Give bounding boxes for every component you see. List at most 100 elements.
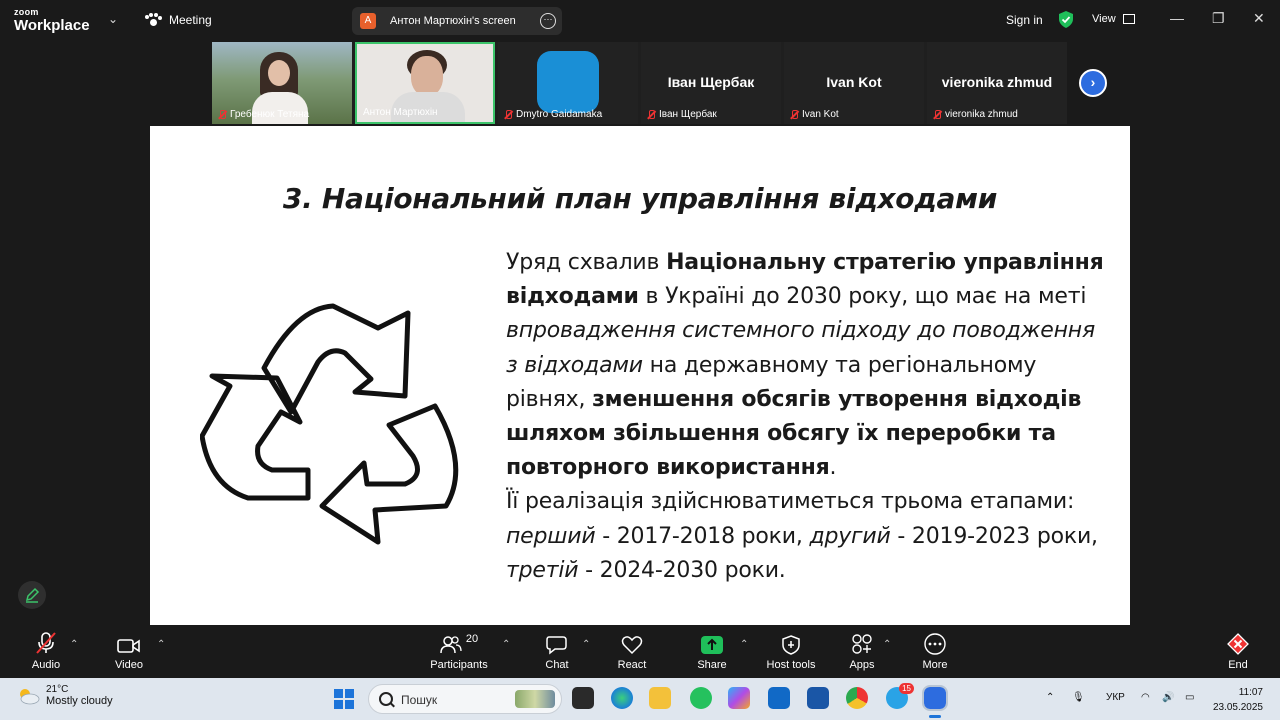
apps-options-caret[interactable]: ⌃ (883, 639, 891, 650)
clock-date: 23.05.2025 (1212, 702, 1263, 713)
meeting-label: Meeting (169, 13, 212, 27)
weather-widget[interactable]: 21°C Mostly cloudy (16, 684, 113, 707)
weather-temp: 21°C (46, 684, 69, 695)
more-icon (924, 633, 946, 655)
outlook-icon[interactable] (768, 687, 790, 709)
audio-options-caret[interactable]: ⌃ (70, 639, 78, 650)
video-button[interactable]: Video (107, 625, 151, 678)
telegram-icon[interactable]: 15 (886, 683, 914, 709)
apps-icon (852, 634, 872, 654)
muted-mic-icon (36, 632, 56, 654)
copilot-icon[interactable] (728, 687, 750, 709)
video-camera-icon (117, 639, 140, 653)
person-face (268, 60, 290, 86)
next-page-button[interactable]: › (1079, 69, 1107, 97)
close-icon[interactable]: ✕ (1253, 10, 1265, 27)
wifi-icon[interactable]: ◠ (1141, 692, 1150, 703)
share-screen-icon (701, 636, 723, 654)
show-hidden-icons[interactable]: ⌃ (1046, 692, 1054, 703)
view-menu[interactable]: View (1092, 13, 1135, 25)
chat-icon (546, 636, 567, 655)
participant-name: Ivan Kot (802, 109, 839, 120)
pencil-icon (25, 587, 40, 603)
muted-mic-icon (790, 109, 798, 120)
muted-mic-icon (647, 109, 655, 120)
participant-tile[interactable]: Ivan Kot Ivan Kot (784, 42, 924, 124)
apps-button[interactable]: Apps (840, 625, 884, 678)
screen-share-title: Антон Мартюхін's screen (390, 15, 516, 27)
task-view-icon[interactable] (572, 687, 594, 709)
share-button[interactable]: Share (690, 625, 734, 678)
title-bar: zoom Workplace ⌄ Meeting A Антон Мартюхі… (0, 0, 1280, 42)
annotate-pencil-button[interactable] (18, 581, 46, 609)
microsoft-store-icon[interactable] (807, 687, 829, 709)
zoom-app-icon[interactable] (922, 685, 948, 711)
input-language[interactable]: УКР (1106, 692, 1125, 703)
minimize-icon[interactable]: — (1170, 10, 1184, 26)
participant-tile-active[interactable]: Антон Мартюхін (355, 42, 495, 124)
weather-desc: Mostly cloudy (46, 695, 113, 707)
participant-tile[interactable]: Іван Щербак Іван Щербак (641, 42, 781, 124)
search-highlight-image (515, 690, 555, 708)
microphone-tray-icon[interactable]: 🎙 (1072, 692, 1085, 703)
participant-big-name: Ivan Kot (826, 74, 882, 90)
active-app-indicator (929, 715, 941, 718)
end-call-icon (1227, 633, 1249, 655)
presenter-avatar: A (360, 13, 376, 29)
participant-tile[interactable]: Гребенюк Тетяна (212, 42, 352, 124)
participant-name: Антон Мартюхін (363, 107, 438, 118)
participants-count: 20 (465, 633, 479, 645)
encryption-shield-icon[interactable] (1058, 11, 1074, 33)
participant-name: Іван Щербак (659, 109, 717, 120)
participants-options-caret[interactable]: ⌃ (502, 639, 510, 650)
participant-big-name: Іван Щербак (667, 74, 755, 90)
participant-name: Dmytro Gaidamaka (516, 109, 603, 120)
chevron-down-icon[interactable]: ⌄ (108, 12, 118, 26)
paw-icon (145, 13, 162, 27)
cloudy-weather-icon (20, 688, 40, 704)
participant-name: Гребенюк Тетяна (230, 109, 310, 120)
video-options-caret[interactable]: ⌃ (157, 639, 165, 650)
more-options-icon[interactable]: ··· (540, 13, 556, 29)
recycle-icon (200, 303, 459, 545)
edge-browser-icon[interactable] (611, 687, 633, 709)
windows-taskbar: 21°C Mostly cloudy Пошук 15 ⌃ 🎙 УКР ◠ 🔊 … (0, 678, 1280, 720)
system-clock[interactable]: 11:07 23.05.2025 (1211, 685, 1263, 715)
screen-share-indicator[interactable]: A Антон Мартюхін's screen ··· (352, 7, 562, 35)
muted-mic-icon (933, 109, 941, 120)
chat-button[interactable]: Chat (535, 625, 579, 678)
volume-icon[interactable]: 🔊 (1162, 692, 1174, 703)
restore-icon[interactable]: ❐ (1212, 10, 1225, 27)
heart-icon (621, 636, 643, 655)
zoom-workplace-logo: zoom Workplace (14, 7, 90, 34)
muted-mic-icon (218, 109, 226, 120)
whatsapp-icon[interactable] (690, 687, 712, 709)
participant-tile[interactable]: vieronika zhmud vieronika zhmud (927, 42, 1067, 124)
participants-strip: Гребенюк Тетяна Антон Мартюхін Dmytro Ga… (212, 42, 1067, 124)
audio-button[interactable]: Audio (24, 625, 68, 678)
sign-in-link[interactable]: Sign in (1006, 13, 1043, 27)
windows-start-icon[interactable] (334, 689, 354, 709)
taskbar-search[interactable]: Пошук (368, 684, 562, 714)
end-meeting-button[interactable]: End (1216, 625, 1260, 678)
participant-tile[interactable]: Dmytro Gaidamaka (498, 42, 638, 124)
chevron-right-icon: › (1090, 74, 1096, 90)
react-button[interactable]: React (610, 625, 654, 678)
shared-screen-slide: 3. Національний план управління відходам… (150, 126, 1130, 625)
battery-icon[interactable]: ▭ (1185, 692, 1194, 703)
muted-mic-icon (504, 109, 512, 120)
participants-button[interactable]: 20 Participants (426, 625, 492, 678)
slide-body-text: Уряд схвалив Національну стратегію управ… (506, 250, 1104, 583)
person-face (411, 56, 443, 96)
grid-icon (1122, 14, 1135, 25)
more-button[interactable]: More (913, 625, 957, 678)
share-options-caret[interactable]: ⌃ (740, 639, 748, 650)
slide-title: 3. Національний план управління відходам… (282, 182, 998, 215)
participants-icon (440, 636, 462, 654)
avatar (537, 51, 599, 113)
meeting-menu[interactable]: Meeting (145, 13, 212, 27)
file-explorer-icon[interactable] (649, 687, 671, 709)
chat-options-caret[interactable]: ⌃ (582, 639, 590, 650)
host-tools-button[interactable]: Host tools (762, 625, 820, 678)
chrome-icon[interactable] (846, 687, 868, 709)
